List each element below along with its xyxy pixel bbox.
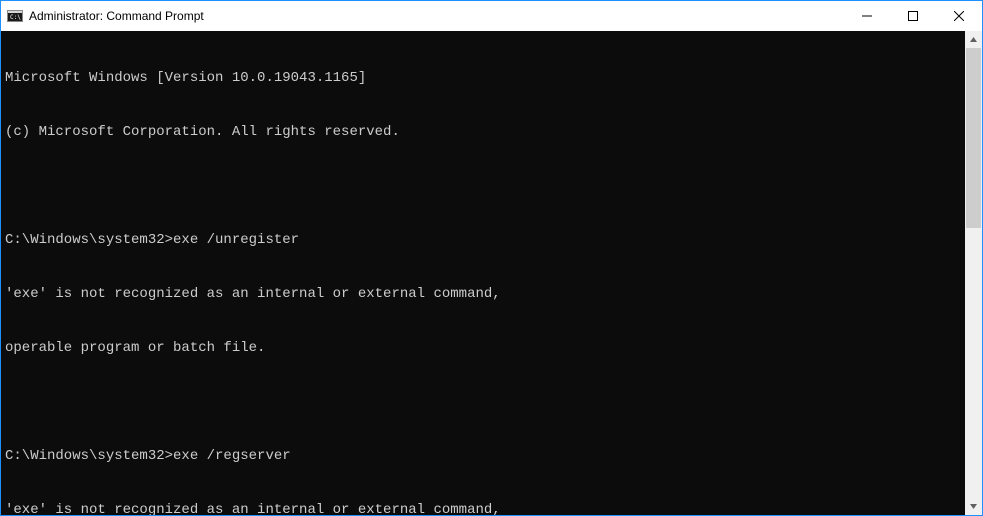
scroll-thumb[interactable]: [966, 48, 981, 228]
terminal-line: (c) Microsoft Corporation. All rights re…: [5, 123, 965, 141]
vertical-scrollbar[interactable]: [965, 31, 982, 515]
scroll-up-button[interactable]: [965, 31, 982, 48]
terminal-line: [5, 177, 965, 195]
terminal-line: [5, 393, 965, 411]
close-button[interactable]: [936, 1, 982, 31]
terminal-line: 'exe' is not recognized as an internal o…: [5, 501, 965, 515]
client-area: Microsoft Windows [Version 10.0.19043.11…: [1, 31, 982, 515]
cmd-icon: C:\: [7, 8, 23, 24]
titlebar[interactable]: C:\ Administrator: Command Prompt: [1, 1, 982, 31]
scroll-track[interactable]: [965, 48, 982, 498]
terminal-line: C:\Windows\system32>exe /unregister: [5, 231, 965, 249]
command-prompt-window: C:\ Administrator: Command Prompt Micros…: [0, 0, 983, 516]
terminal-line: 'exe' is not recognized as an internal o…: [5, 285, 965, 303]
terminal-output[interactable]: Microsoft Windows [Version 10.0.19043.11…: [1, 31, 965, 515]
window-title: Administrator: Command Prompt: [29, 9, 204, 23]
terminal-line: Microsoft Windows [Version 10.0.19043.11…: [5, 69, 965, 87]
svg-text:C:\: C:\: [10, 14, 21, 21]
terminal-line: operable program or batch file.: [5, 339, 965, 357]
maximize-button[interactable]: [890, 1, 936, 31]
minimize-button[interactable]: [844, 1, 890, 31]
scroll-down-button[interactable]: [965, 498, 982, 515]
terminal-line: C:\Windows\system32>exe /regserver: [5, 447, 965, 465]
